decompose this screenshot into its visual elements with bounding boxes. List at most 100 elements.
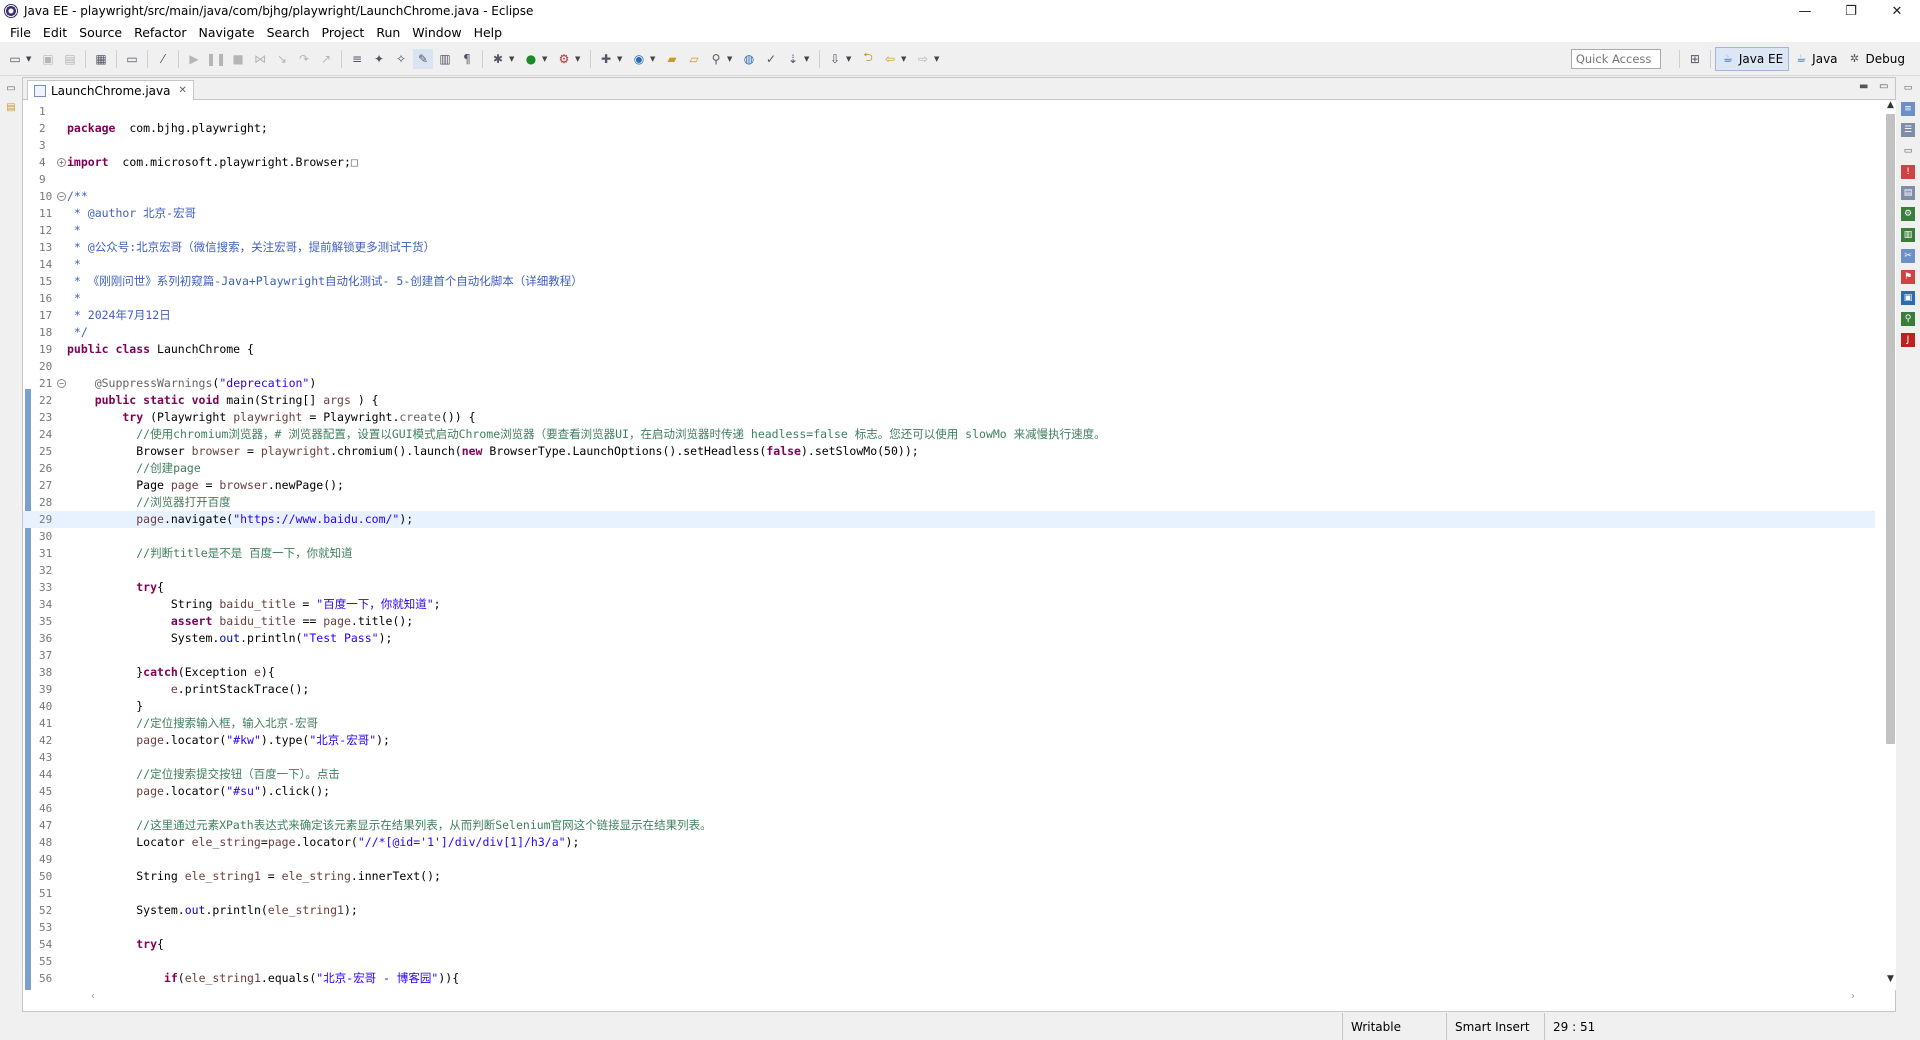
code-line[interactable]: 31 //判断title是不是 百度一下，你就知道 (23, 545, 1875, 562)
build-icon[interactable]: ✱ (488, 49, 508, 69)
code-line[interactable]: 16 * (23, 290, 1875, 307)
code-line[interactable]: 29 page.navigate("https://www.baidu.com/… (23, 511, 1875, 528)
code-line[interactable]: 45 page.locator("#su").click(); (23, 783, 1875, 800)
code-line[interactable]: 53 (23, 919, 1875, 936)
menu-run[interactable]: Run (370, 25, 406, 40)
menu-source[interactable]: Source (73, 25, 128, 40)
suspend-icon[interactable]: ❚❚ (206, 49, 226, 69)
run-icon[interactable]: ● (521, 49, 541, 69)
maximize-editor-icon[interactable]: ▭ (1879, 81, 1888, 92)
close-button[interactable]: ✕ (1874, 0, 1920, 22)
run-dropdown-icon[interactable]: ▼ (542, 55, 550, 63)
menu-navigate[interactable]: Navigate (193, 25, 261, 40)
code-line[interactable]: 30 (23, 528, 1875, 545)
search-dropdown-icon[interactable]: ▼ (727, 55, 735, 63)
code-line[interactable]: 9 (23, 171, 1875, 188)
code-line[interactable]: 12 * (23, 222, 1875, 239)
menu-project[interactable]: Project (316, 25, 371, 40)
scroll-left-icon[interactable]: ‹ (91, 991, 95, 1002)
terminate-icon[interactable]: ■ (228, 49, 248, 69)
code-line[interactable]: 26 //创建page (23, 460, 1875, 477)
editor-tab-launchchrome[interactable]: LaunchChrome.java ✕ (27, 80, 194, 100)
search-icon[interactable]: ⚲ (706, 49, 726, 69)
code-line[interactable]: 40 } (23, 698, 1875, 715)
debug-dropdown-icon[interactable]: ▼ (575, 55, 583, 63)
new-class-icon[interactable]: ◉ (629, 49, 649, 69)
save-icon[interactable]: ▣ (38, 49, 58, 69)
step-over-icon[interactable]: ↷ (294, 49, 314, 69)
code-line[interactable]: 44 //定位搜索提交按钮（百度一下）。点击 (23, 766, 1875, 783)
code-line[interactable]: 4 + import com.microsoft.playwright.Browse… (23, 154, 1875, 171)
block-selection-icon[interactable]: ▥ (435, 49, 455, 69)
code-line[interactable]: 19 public class LaunchChrome { (23, 341, 1875, 358)
restore-bottom-icon[interactable]: ▭ (1901, 144, 1915, 158)
code-line[interactable]: 2 package com.bjhg.playwright; (23, 120, 1875, 137)
code-line[interactable]: 36 System.out.println("Test Pass"); (23, 630, 1875, 647)
code-line[interactable]: 27 Page page = browser.newPage(); (23, 477, 1875, 494)
code-line[interactable]: 43 (23, 749, 1875, 766)
open-console-icon[interactable]: ▦ (91, 49, 111, 69)
resume-icon[interactable]: ▶ (184, 49, 204, 69)
annotation-icon[interactable]: ⇣ (783, 49, 803, 69)
search-view-icon[interactable]: ⚲ (1901, 312, 1915, 326)
toggle-mark-occurrences-icon[interactable]: ≡ (347, 49, 367, 69)
forward-icon[interactable]: ⇨ (913, 49, 933, 69)
code-line[interactable]: 32 (23, 562, 1875, 579)
snippets-icon[interactable]: ✂ (1901, 249, 1915, 263)
save-all-icon[interactable]: ▤ (60, 49, 80, 69)
console-icon[interactable]: ▣ (1901, 291, 1915, 305)
outline-icon[interactable]: ≡ (1901, 102, 1915, 116)
annotation-dropdown-icon[interactable]: ▼ (804, 55, 812, 63)
minimize-button[interactable]: — (1782, 0, 1828, 22)
restore-button[interactable]: ❐ (1828, 0, 1874, 22)
package-explorer-icon[interactable]: ▤ (3, 99, 19, 115)
next-annotation-icon[interactable]: ⇩ (825, 49, 845, 69)
code-line[interactable]: 48 Locator ele_string=page.locator("//*[… (23, 834, 1875, 851)
code-line[interactable]: 46 (23, 800, 1875, 817)
scroll-right-icon[interactable]: › (1851, 991, 1855, 1002)
code-line[interactable]: 24 //使用chromium浏览器，# 浏览器配置，设置以GUI模式启动Chr… (23, 426, 1875, 443)
forward-dropdown-icon[interactable]: ▼ (934, 55, 942, 63)
horizontal-scrollbar[interactable]: ‹ › (67, 991, 1879, 1005)
menu-refactor[interactable]: Refactor (128, 25, 192, 40)
highlight-icon[interactable]: ✎ (413, 48, 433, 69)
code-line[interactable]: 37 (23, 647, 1875, 664)
code-line[interactable]: 52 System.out.println(ele_string1); (23, 902, 1875, 919)
back-dropdown-icon[interactable]: ▼ (901, 55, 909, 63)
problems-icon[interactable]: ⚑ (1901, 270, 1915, 284)
new-project-dropdown-icon[interactable]: ▼ (617, 55, 625, 63)
open-folder-icon[interactable]: ▰ (662, 49, 682, 69)
code-line[interactable]: 14 * (23, 256, 1875, 273)
scroll-up-icon[interactable]: ▲ (1885, 100, 1896, 110)
code-line[interactable]: 39 e.printStackTrace(); (23, 681, 1875, 698)
code-line[interactable]: 23 try (Playwright playwright = Playwrig… (23, 409, 1875, 426)
code-line[interactable]: 35 assert baidu_title == page.title(); (23, 613, 1875, 630)
minimize-editor-icon[interactable]: ▬ (1859, 81, 1868, 92)
code-line[interactable]: 55 (23, 953, 1875, 970)
code-line[interactable]: 49 (23, 851, 1875, 868)
menu-edit[interactable]: Edit (37, 25, 73, 40)
menu-help[interactable]: Help (468, 25, 509, 40)
collapse-fold-icon[interactable]: − (57, 192, 66, 201)
new-project-icon[interactable]: ✚ (596, 49, 616, 69)
open-file-icon[interactable]: ▱ (684, 49, 704, 69)
step-return-icon[interactable]: ↗ (316, 49, 336, 69)
code-line[interactable]: 18 */ (23, 324, 1875, 341)
code-line[interactable]: 1 (23, 103, 1875, 120)
perspective-debug[interactable]: ✲ Debug (1843, 47, 1910, 71)
code-line[interactable]: 28 //浏览器打开百度 (23, 494, 1875, 511)
code-line[interactable]: 13 * @公众号:北京宏哥（微信搜索，关注宏哥，提前解锁更多测试干货） (23, 239, 1875, 256)
perspective-java-ee[interactable]: ☕ Java EE (1714, 46, 1790, 71)
quick-access-input[interactable] (1570, 48, 1661, 69)
properties-icon[interactable]: ▤ (1901, 186, 1915, 200)
code-line[interactable]: 20 (23, 358, 1875, 375)
step-into-icon[interactable]: ↘ (272, 49, 292, 69)
code-line[interactable]: 47 //这里通过元素XPath表达式来确定该元素显示在结果列表，从而判断Sel… (23, 817, 1875, 834)
code-line[interactable]: 56 if(ele_string1.equals("北京-宏哥 - 博客园"))… (23, 970, 1875, 987)
open-perspective-icon[interactable]: ⊞ (1685, 49, 1705, 69)
vertical-scrollbar[interactable]: ▲ ▼ (1885, 100, 1896, 990)
expand-fold-icon[interactable]: + (57, 158, 66, 167)
collapse-fold-icon[interactable]: − (57, 379, 66, 388)
server-icon[interactable]: ▭ (122, 49, 142, 69)
menu-search[interactable]: Search (261, 25, 316, 40)
